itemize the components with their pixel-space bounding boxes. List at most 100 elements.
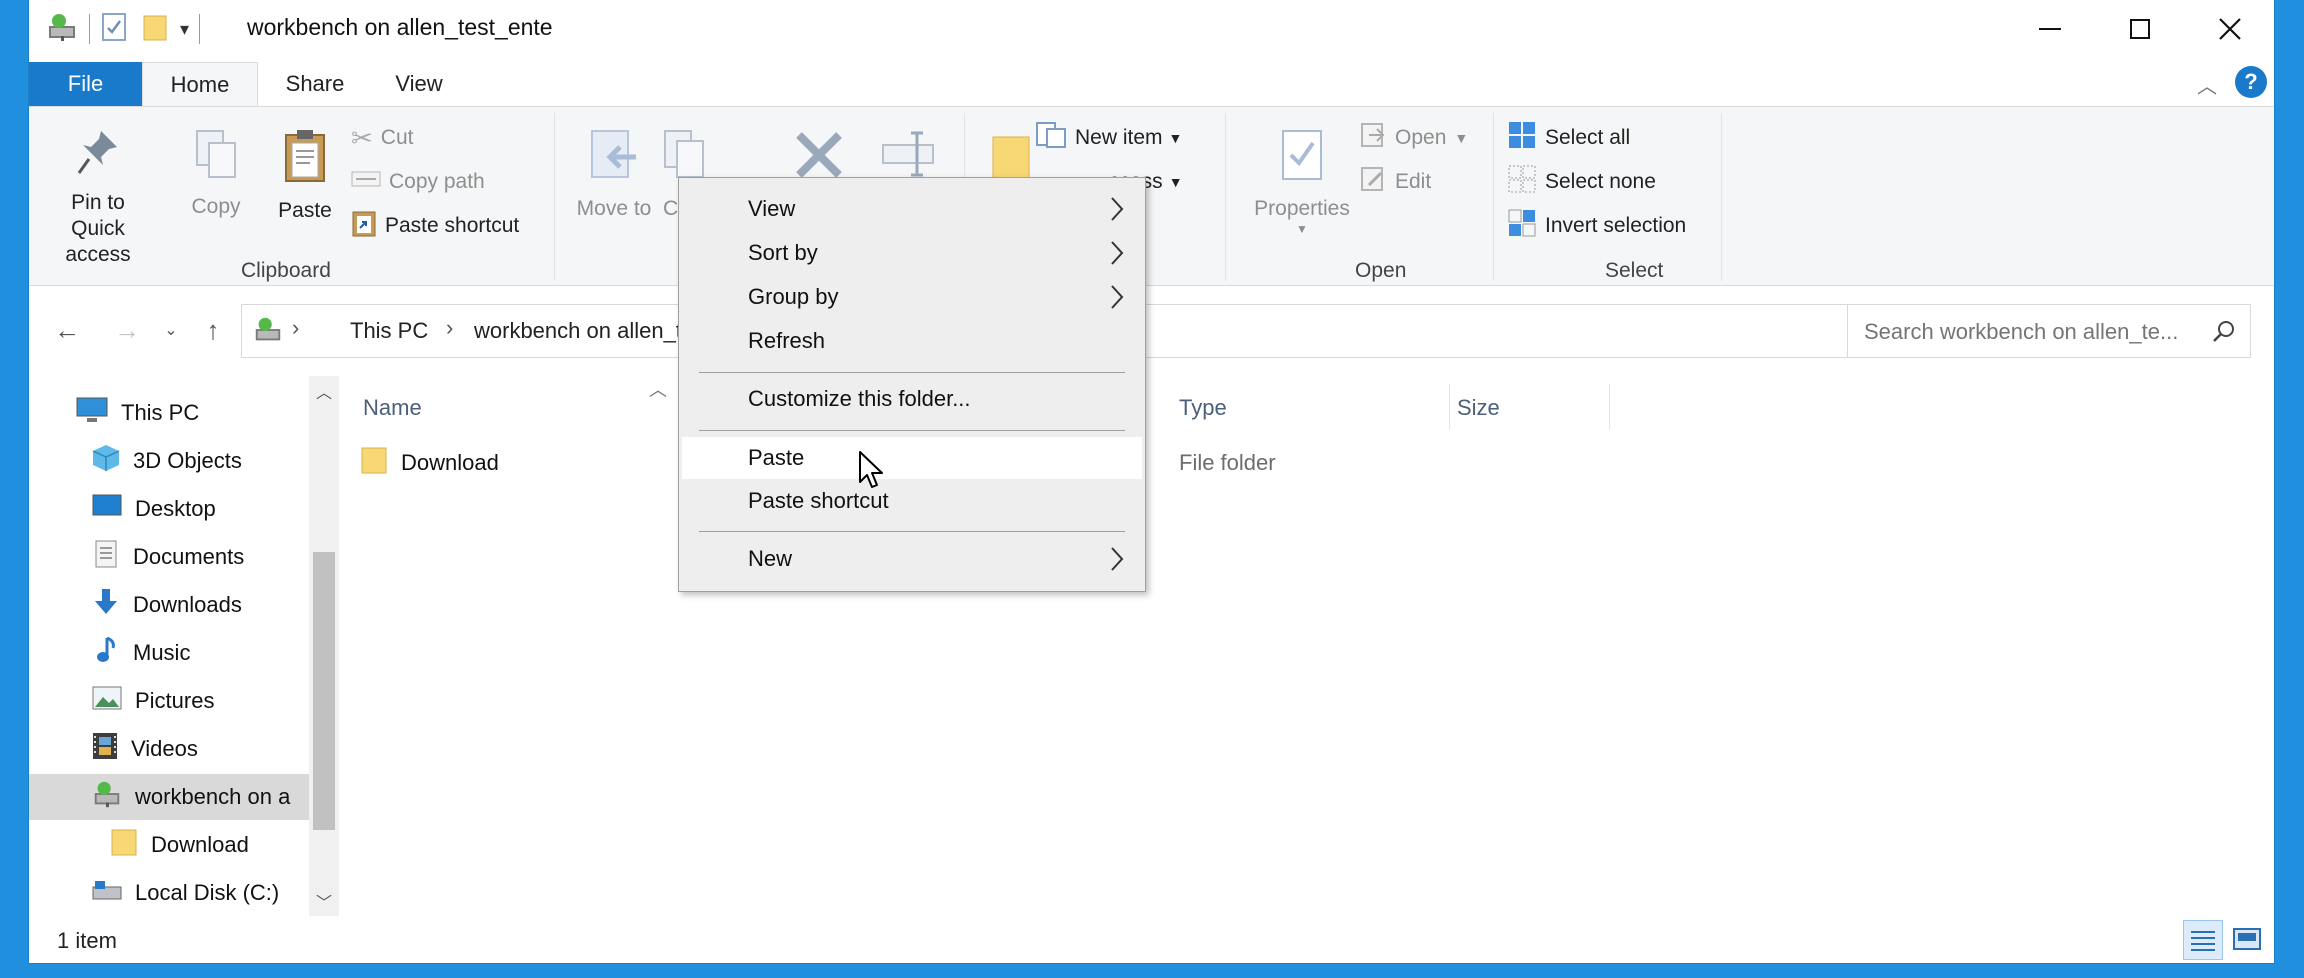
column-header-size[interactable]: Size <box>1445 388 1605 428</box>
menu-item-label: Sort by <box>748 240 818 265</box>
context-menu: View Sort by Group by Refresh Customize … <box>678 177 1146 592</box>
menu-item-view[interactable]: View <box>682 188 1142 230</box>
properties-dropdown-icon: ▼ <box>1296 222 1308 236</box>
status-bar: 1 item <box>29 918 2274 963</box>
copy-path-label: Copy path <box>389 170 485 193</box>
menu-item-label: Customize this folder... <box>748 386 971 411</box>
tree-item-label: Local Disk (C:) <box>135 880 280 905</box>
copy-path-icon <box>351 169 381 195</box>
column-header-name[interactable]: Name <box>351 388 651 428</box>
select-none-button[interactable]: Select none <box>1507 164 1656 200</box>
tab-file[interactable]: File <box>29 62 142 106</box>
tree-item-local-disk[interactable]: Local Disk (C:) <box>91 870 309 916</box>
customize-qat-chevron-icon[interactable]: ▾ <box>180 19 189 40</box>
close-button[interactable] <box>2185 0 2274 58</box>
scroll-down-chevron-icon[interactable]: ﹀ <box>309 886 339 916</box>
ribbon: Pin to Quick access Copy Paste ✂ Cut Cop… <box>29 106 2274 286</box>
tree-item-videos[interactable]: Videos <box>91 726 309 772</box>
copy-path-button[interactable]: Copy path <box>351 167 485 197</box>
tree-item-label: This PC <box>121 400 200 425</box>
large-icons-view-icon[interactable] <box>2229 922 2265 958</box>
invert-selection-label: Invert selection <box>1545 214 1687 237</box>
minimize-ribbon-chevron-icon[interactable]: ︿ <box>2197 70 2217 99</box>
chevron-right-icon <box>1110 284 1124 316</box>
network-drive-icon <box>91 779 123 815</box>
help-icon[interactable]: ? <box>2235 66 2267 98</box>
open-icon <box>1359 121 1387 155</box>
new-folder-icon[interactable] <box>142 12 170 47</box>
menu-item-paste-shortcut[interactable]: Paste shortcut <box>682 480 1142 522</box>
maximize-icon <box>2130 19 2150 39</box>
tab-share[interactable]: Share <box>261 62 369 106</box>
title-bar: ▾ workbench on allen_test_ente <box>29 0 2274 58</box>
select-all-button[interactable]: Select all <box>1507 120 1631 156</box>
open-button[interactable]: Open ▼ <box>1359 123 1468 153</box>
nav-pane-scrollbar[interactable]: ︿ ﹀ <box>309 376 339 916</box>
edit-button[interactable]: Edit <box>1359 167 1431 197</box>
copy-button[interactable]: Copy <box>181 127 251 220</box>
tree-item-downloads[interactable]: Downloads <box>91 582 309 628</box>
recent-locations-button[interactable]: ⌄ <box>153 310 189 350</box>
up-button[interactable]: ↑ <box>195 310 231 350</box>
select-all-label: Select all <box>1545 126 1631 149</box>
paste-shortcut-button[interactable]: Paste shortcut <box>351 211 519 241</box>
tree-item-label: Download <box>151 832 249 857</box>
breadcrumb-workbench[interactable]: workbench on allen_te <box>474 318 694 344</box>
tree-item-documents[interactable]: Documents <box>91 534 309 580</box>
tree-item-label: 3D Objects <box>133 448 242 473</box>
tab-view[interactable]: View <box>369 62 469 106</box>
tree-item-workbench[interactable]: workbench on a <box>29 774 309 820</box>
scroll-up-chevron-icon[interactable]: ︿ <box>309 376 339 406</box>
chevron-down-icon: ⌄ <box>164 322 178 339</box>
details-view-icon[interactable] <box>2183 920 2223 960</box>
tree-item-music[interactable]: Music <box>91 630 309 676</box>
file-name: Download <box>401 450 499 475</box>
menu-item-group-by[interactable]: Group by <box>682 276 1142 318</box>
menu-item-label: Paste <box>748 445 805 470</box>
maximize-button[interactable] <box>2095 0 2185 58</box>
menu-item-customize-folder[interactable]: Customize this folder... <box>682 378 1142 420</box>
back-button[interactable]: ← <box>49 310 85 350</box>
minimize-button[interactable] <box>2005 0 2095 58</box>
menu-item-refresh[interactable]: Refresh <box>682 320 1142 362</box>
menu-item-sort-by[interactable]: Sort by <box>682 232 1142 274</box>
tree-item-pictures[interactable]: Pictures <box>91 678 309 724</box>
breadcrumb-this-pc[interactable]: This PC <box>350 318 428 344</box>
pin-to-quick-access-button[interactable]: Pin to Quick access <box>43 127 153 268</box>
move-to-button[interactable]: Move to <box>569 127 659 222</box>
easy-access-dropdown-icon: ▼ <box>1168 174 1183 190</box>
disk-drive-icon <box>91 877 123 909</box>
new-item-button[interactable]: New item ▼ <box>1035 122 1183 153</box>
menu-item-label: Refresh <box>748 328 826 353</box>
invert-selection-button[interactable]: Invert selection <box>1507 209 1687 241</box>
clipboard-group-label: Clipboard <box>241 259 331 282</box>
document-icon <box>91 539 121 575</box>
select-group-label: Select <box>1605 259 1664 282</box>
select-all-icon <box>1507 120 1537 156</box>
search-input[interactable] <box>1862 317 2202 347</box>
tree-item-this-pc[interactable]: This PC <box>75 390 309 436</box>
network-drive-icon[interactable] <box>45 12 79 47</box>
forward-button[interactable]: → <box>109 310 145 350</box>
select-none-icon <box>1507 164 1537 200</box>
tab-home[interactable]: Home <box>142 62 258 107</box>
film-icon <box>91 731 119 767</box>
paste-button[interactable]: Paste <box>267 127 343 224</box>
download-arrow-icon <box>91 587 121 623</box>
menu-item-new[interactable]: New <box>682 538 1142 580</box>
properties-label: Properties <box>1254 197 1350 220</box>
menu-item-paste[interactable]: Paste <box>682 437 1142 479</box>
move-to-label: Move to <box>576 197 652 220</box>
column-header-type[interactable]: Type <box>1167 388 1327 428</box>
picture-icon <box>91 685 123 717</box>
tree-item-3d-objects[interactable]: 3D Objects <box>91 438 309 484</box>
scrollbar-thumb[interactable] <box>313 552 335 830</box>
chevron-right-icon <box>1110 240 1124 272</box>
properties-button[interactable]: Properties ▼ <box>1237 127 1367 236</box>
cut-button[interactable]: ✂ Cut <box>351 123 413 153</box>
tree-item-download-folder[interactable]: Download <box>109 822 309 868</box>
new-item-dropdown-icon: ▼ <box>1168 130 1183 146</box>
search-box[interactable] <box>1847 304 2251 358</box>
tree-item-desktop[interactable]: Desktop <box>91 486 309 532</box>
properties-check-icon[interactable] <box>100 12 128 47</box>
